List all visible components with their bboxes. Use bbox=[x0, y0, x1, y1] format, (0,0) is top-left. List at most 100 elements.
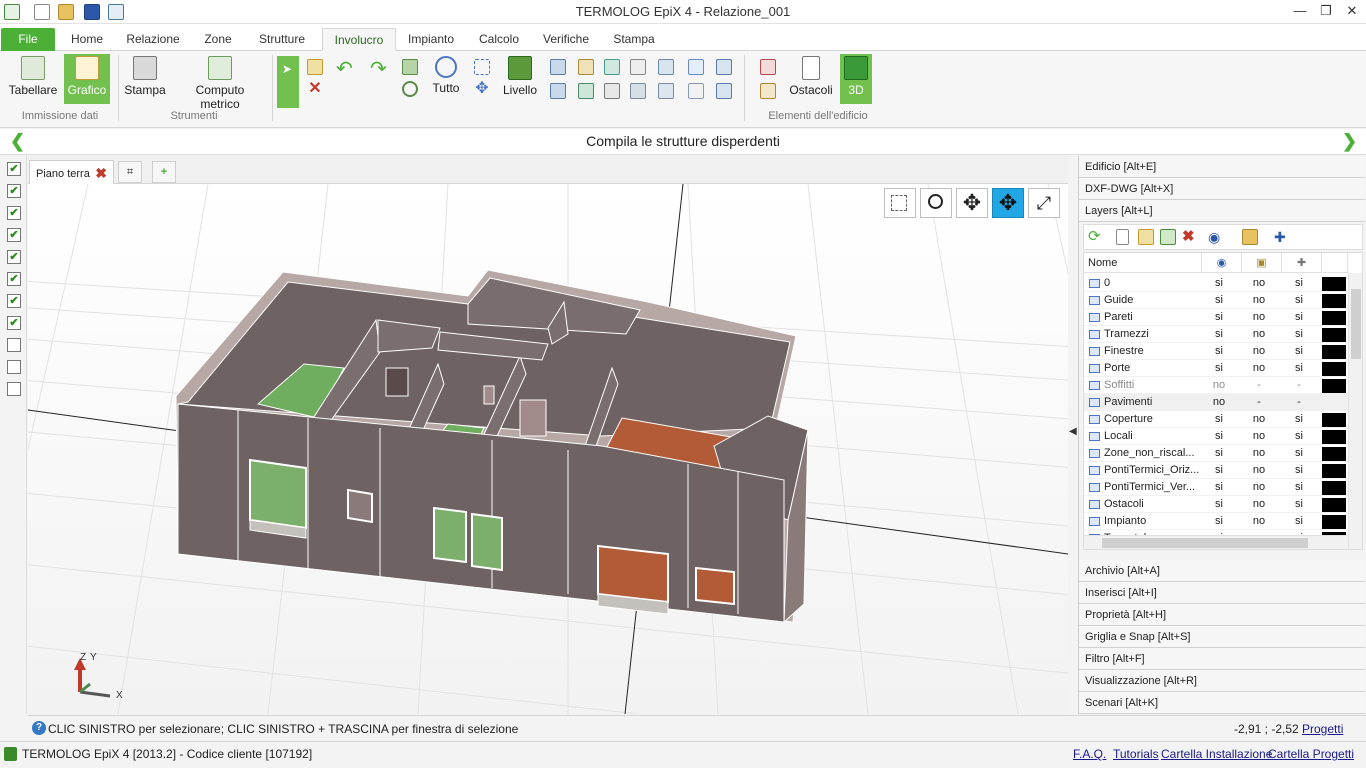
layer-row[interactable]: Pavimenti no - - bbox=[1084, 394, 1348, 411]
layer-snap[interactable]: si bbox=[1282, 428, 1316, 445]
tab-stampa[interactable]: Stampa bbox=[606, 28, 662, 51]
tab-calcolo[interactable]: Calcolo bbox=[472, 28, 526, 51]
obstacle-shade-icon[interactable] bbox=[760, 83, 776, 99]
layer-visible[interactable]: si bbox=[1202, 479, 1236, 496]
column-header-lock-icon[interactable]: ▣ bbox=[1242, 253, 1282, 273]
close-tab-icon[interactable]: ✖ bbox=[95, 165, 107, 182]
layer-color-swatch[interactable] bbox=[1322, 464, 1346, 478]
snap-point-icon[interactable] bbox=[402, 81, 418, 97]
panel-filtro[interactable]: Filtro [Alt+F] bbox=[1079, 648, 1365, 670]
layer-row[interactable]: Tramezzi si no si bbox=[1084, 326, 1348, 343]
facade-icon[interactable] bbox=[658, 83, 674, 99]
layer-visible[interactable]: si bbox=[1202, 462, 1236, 479]
layer-locked[interactable]: no bbox=[1242, 275, 1276, 292]
layer-snap[interactable]: si bbox=[1282, 343, 1316, 360]
column-header-name[interactable]: Nome bbox=[1084, 253, 1202, 273]
layer-snap[interactable]: - bbox=[1282, 377, 1316, 394]
layer-color-swatch[interactable] bbox=[1322, 277, 1346, 291]
new-layer-icon[interactable] bbox=[1116, 229, 1129, 245]
layer-color-swatch[interactable] bbox=[1322, 498, 1346, 512]
visibility-icon[interactable]: ◉ bbox=[1208, 229, 1224, 245]
layer-row[interactable]: Impianto si no si bbox=[1084, 513, 1348, 530]
layer-visible[interactable]: si bbox=[1202, 343, 1236, 360]
layer-row[interactable]: Guide si no si bbox=[1084, 292, 1348, 309]
grafico-button[interactable]: Grafico bbox=[64, 54, 110, 104]
panel-dxf-dwg[interactable]: DXF-DWG [Alt+X] bbox=[1079, 178, 1365, 200]
stampa-button[interactable]: Stampa bbox=[122, 54, 168, 104]
layer-snap[interactable]: - bbox=[1282, 394, 1316, 411]
layer-visible[interactable]: si bbox=[1202, 326, 1236, 343]
layer-visible[interactable]: si bbox=[1202, 275, 1236, 292]
column-header-snap-icon[interactable]: ✚ bbox=[1282, 253, 1322, 273]
zoom-button[interactable] bbox=[920, 188, 952, 218]
layer-visible[interactable]: si bbox=[1202, 496, 1236, 513]
panel-griglia-snap[interactable]: Griglia e Snap [Alt+S] bbox=[1079, 626, 1365, 648]
layer-locked[interactable]: no bbox=[1242, 462, 1276, 479]
layer-row[interactable]: Pareti si no si bbox=[1084, 309, 1348, 326]
tutorials-link[interactable]: Tutorials bbox=[1113, 747, 1159, 761]
layer-color-swatch[interactable] bbox=[1322, 328, 1346, 342]
window-icon[interactable] bbox=[604, 59, 620, 75]
minimize-button[interactable]: — bbox=[1286, 2, 1314, 20]
panel-inserisci[interactable]: Inserisci [Alt+I] bbox=[1079, 582, 1365, 604]
pencil-icon[interactable] bbox=[307, 59, 323, 75]
room-icon[interactable] bbox=[688, 83, 704, 99]
copy-layer-icon[interactable] bbox=[1160, 229, 1176, 245]
layer-color-swatch[interactable] bbox=[1322, 447, 1346, 461]
layer-row[interactable]: Zone_non_riscal... si no si bbox=[1084, 445, 1348, 462]
layer-checkbox[interactable]: ✔ bbox=[7, 228, 21, 242]
next-step-icon[interactable]: ❯ bbox=[1342, 131, 1357, 152]
view-3d-button[interactable]: 3D bbox=[840, 54, 872, 104]
slab-icon[interactable] bbox=[716, 59, 732, 75]
progetti-link[interactable]: Progetti bbox=[1302, 722, 1343, 736]
layer-locked[interactable]: no bbox=[1242, 496, 1276, 513]
pan-button[interactable]: ✥ bbox=[956, 188, 988, 218]
tab-verifiche[interactable]: Verifiche bbox=[536, 28, 596, 51]
add-tab-icon[interactable]: + bbox=[152, 161, 176, 183]
delete-layer-icon[interactable]: ✖ bbox=[1182, 229, 1198, 245]
layer-row[interactable]: 0 si no si bbox=[1084, 275, 1348, 292]
layer-color-swatch[interactable] bbox=[1322, 311, 1346, 325]
tab-relazione[interactable]: Relazione bbox=[120, 28, 186, 51]
layer-locked[interactable]: no bbox=[1242, 428, 1276, 445]
tab-file[interactable]: File bbox=[1, 28, 55, 51]
tab-zone[interactable]: Zone bbox=[196, 28, 240, 51]
tutto-button[interactable]: Tutto bbox=[428, 54, 464, 104]
panel-visualizzazione[interactable]: Visualizzazione [Alt+R] bbox=[1079, 670, 1365, 692]
layer-visible[interactable]: si bbox=[1202, 513, 1236, 530]
panel-edificio[interactable]: Edificio [Alt+E] bbox=[1079, 156, 1365, 178]
help-icon[interactable]: ? bbox=[32, 721, 46, 735]
vertical-scrollbar[interactable] bbox=[1348, 273, 1362, 549]
faq-link[interactable]: F.A.Q. bbox=[1073, 747, 1106, 761]
column-header-visible-icon[interactable]: ◉ bbox=[1202, 253, 1242, 273]
orbit-button[interactable]: ✥ bbox=[992, 188, 1024, 218]
panel-proprieta[interactable]: Proprietà [Alt+H] bbox=[1079, 604, 1365, 626]
tab-involucro[interactable]: Involucro bbox=[322, 28, 396, 51]
layer-visible[interactable]: no bbox=[1202, 377, 1236, 394]
door-icon[interactable] bbox=[578, 59, 594, 75]
layer-snap[interactable]: si bbox=[1282, 309, 1316, 326]
delete-icon[interactable]: ✕ bbox=[307, 81, 323, 97]
layer-visible[interactable]: si bbox=[1202, 309, 1236, 326]
layer-visible[interactable]: si bbox=[1202, 360, 1236, 377]
horizontal-scrollbar[interactable] bbox=[1084, 535, 1348, 549]
layer-color-swatch[interactable] bbox=[1322, 413, 1346, 427]
layer-locked[interactable]: - bbox=[1242, 394, 1276, 411]
layer-row[interactable]: Ostacoli si no si bbox=[1084, 496, 1348, 513]
layer-color-swatch[interactable] bbox=[1322, 379, 1346, 393]
lock-icon[interactable] bbox=[1242, 229, 1258, 245]
layer-snap[interactable]: si bbox=[1282, 326, 1316, 343]
layer-checkbox[interactable]: ✔ bbox=[7, 294, 21, 308]
layer-locked[interactable]: no bbox=[1242, 479, 1276, 496]
layer-visible[interactable]: si bbox=[1202, 445, 1236, 462]
layer-row[interactable]: Locali si no si bbox=[1084, 428, 1348, 445]
layer-color-swatch[interactable] bbox=[1322, 294, 1346, 308]
layer-snap[interactable]: si bbox=[1282, 462, 1316, 479]
layer-snap[interactable]: si bbox=[1282, 360, 1316, 377]
computo-metrico-button[interactable]: Computo metrico bbox=[176, 54, 264, 111]
layer-locked[interactable]: no bbox=[1242, 411, 1276, 428]
zone-icon[interactable] bbox=[716, 83, 732, 99]
tab-home[interactable]: Home bbox=[62, 28, 112, 51]
partition-icon[interactable] bbox=[550, 83, 566, 99]
cartella-installazione-link[interactable]: Cartella Installazione bbox=[1161, 747, 1272, 761]
